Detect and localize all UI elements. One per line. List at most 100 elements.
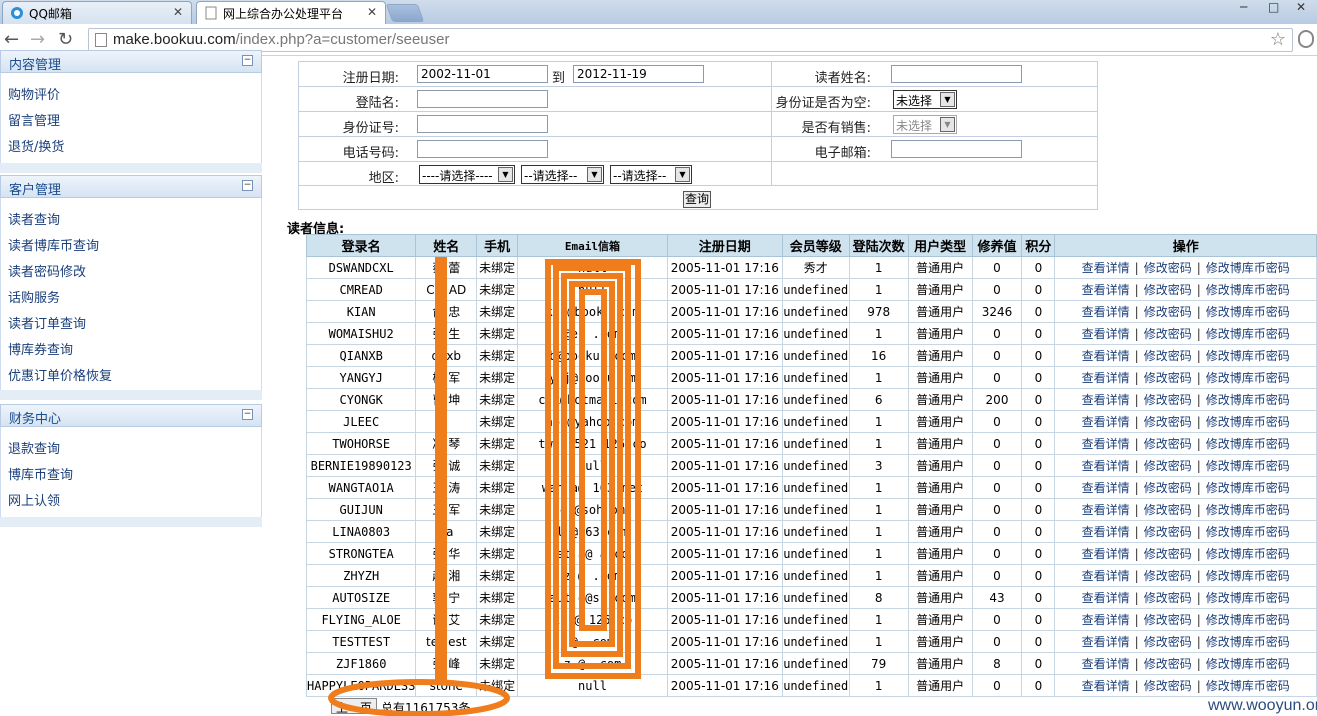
sidebar-item-coins[interactable]: 博库币查询 [8,464,73,483]
view-details-link[interactable]: 查看详情 [1082,547,1130,561]
view-details-link[interactable]: 查看详情 [1082,679,1130,693]
change-coin-password-link[interactable]: 修改博库币密码 [1206,569,1290,583]
url-input[interactable]: make.bookuu.com/index.php?a=customer/see… [88,28,1293,52]
change-password-link[interactable]: 修改密码 [1144,459,1192,473]
change-password-link[interactable]: 修改密码 [1144,679,1192,693]
view-details-link[interactable]: 查看详情 [1082,283,1130,297]
idcard-input[interactable] [417,115,548,133]
sidebar-item-returns[interactable]: 退货/换货 [8,136,64,155]
col-points[interactable]: 积分 [1021,234,1056,257]
region-district-select[interactable]: --请选择-- ▼ [610,165,692,184]
tab-qqmail[interactable]: QQ邮箱 ✕ [2,1,192,24]
collapse-icon[interactable]: − [242,55,253,66]
change-password-link[interactable]: 修改密码 [1144,547,1192,561]
star-icon[interactable]: ☆ [1270,29,1286,50]
change-coin-password-link[interactable]: 修改博库币密码 [1206,591,1290,605]
view-details-link[interactable]: 查看详情 [1082,349,1130,363]
view-details-link[interactable]: 查看详情 [1082,591,1130,605]
change-password-link[interactable]: 修改密码 [1144,349,1192,363]
login-input[interactable] [417,90,548,108]
close-window-button[interactable]: ✕ [1296,0,1306,14]
sidebar-item-claim[interactable]: 网上认领 [8,490,60,509]
change-password-link[interactable]: 修改密码 [1144,437,1192,451]
close-icon[interactable]: ✕ [367,5,377,19]
has-sale-select[interactable]: 未选择 ▼ [893,115,957,134]
change-coin-password-link[interactable]: 修改博库币密码 [1206,283,1290,297]
tab-platform[interactable]: 网上综合办公处理平台 ✕ [196,1,386,24]
view-details-link[interactable]: 查看详情 [1082,635,1130,649]
new-tab-button[interactable] [385,4,425,22]
change-password-link[interactable]: 修改密码 [1144,591,1192,605]
change-coin-password-link[interactable]: 修改博库币密码 [1206,613,1290,627]
col-email[interactable]: Email信箱 [517,234,668,257]
sidebar-item-price-restore[interactable]: 优惠订单价格恢复 [8,365,112,384]
change-password-link[interactable]: 修改密码 [1144,327,1192,341]
change-password-link[interactable]: 修改密码 [1144,569,1192,583]
sidebar-item-messages[interactable]: 留言管理 [8,110,60,129]
col-name[interactable]: 姓名 [415,234,478,257]
view-details-link[interactable]: 查看详情 [1082,437,1130,451]
reader-name-input[interactable] [891,65,1022,83]
view-details-link[interactable]: 查看详情 [1082,393,1130,407]
col-mobile[interactable]: 手机 [476,234,519,257]
change-coin-password-link[interactable]: 修改博库币密码 [1206,261,1290,275]
sidebar-item-vouchers[interactable]: 博库券查询 [8,339,73,358]
sidebar-item-coin-query[interactable]: 读者博库币查询 [8,235,99,254]
view-details-link[interactable]: 查看详情 [1082,371,1130,385]
change-coin-password-link[interactable]: 修改博库币密码 [1206,415,1290,429]
phone-input[interactable] [417,140,548,158]
change-coin-password-link[interactable]: 修改博库币密码 [1206,437,1290,451]
close-icon[interactable]: ✕ [173,5,183,19]
change-password-link[interactable]: 修改密码 [1144,635,1192,649]
col-level[interactable]: 会员等级 [781,234,850,257]
sidebar-item-orders[interactable]: 读者订单查询 [8,313,86,332]
change-coin-password-link[interactable]: 修改博库币密码 [1206,327,1290,341]
change-coin-password-link[interactable]: 修改博库币密码 [1206,305,1290,319]
change-password-link[interactable]: 修改密码 [1144,393,1192,407]
change-coin-password-link[interactable]: 修改博库币密码 [1206,459,1290,473]
change-password-link[interactable]: 修改密码 [1144,305,1192,319]
view-details-link[interactable]: 查看详情 [1082,415,1130,429]
query-button[interactable]: 查询 [683,191,711,208]
view-details-link[interactable]: 查看详情 [1082,459,1130,473]
email-input[interactable] [891,140,1022,158]
view-details-link[interactable]: 查看详情 [1082,305,1130,319]
change-password-link[interactable]: 修改密码 [1144,613,1192,627]
col-logins[interactable]: 登陆次数 [848,234,909,257]
change-password-link[interactable]: 修改密码 [1144,371,1192,385]
sidebar-header-finance[interactable]: 财务中心 − [0,404,262,427]
col-score[interactable]: 修养值 [971,234,1023,257]
sidebar-header-customers[interactable]: 客户管理 − [0,175,262,198]
change-coin-password-link[interactable]: 修改博库币密码 [1206,547,1290,561]
col-login[interactable]: 登录名 [305,234,417,257]
change-coin-password-link[interactable]: 修改博库币密码 [1206,525,1290,539]
change-password-link[interactable]: 修改密码 [1144,415,1192,429]
sidebar-item-reader-query[interactable]: 读者查询 [8,209,60,228]
sidebar-item-reviews[interactable]: 购物评价 [8,84,60,103]
change-coin-password-link[interactable]: 修改博库币密码 [1206,679,1290,693]
change-coin-password-link[interactable]: 修改博库币密码 [1206,371,1290,385]
prev-page-button[interactable]: 上一页 [331,698,378,715]
sidebar-header-content[interactable]: 内容管理 − [0,50,262,73]
change-password-link[interactable]: 修改密码 [1144,525,1192,539]
minimize-button[interactable]: ─ [1240,0,1247,14]
sidebar-item-phone-order[interactable]: 话购服务 [8,287,60,306]
reload-icon[interactable]: ↻ [58,29,73,50]
change-password-link[interactable]: 修改密码 [1144,503,1192,517]
sidebar-item-refunds[interactable]: 退款查询 [8,438,60,457]
change-coin-password-link[interactable]: 修改博库币密码 [1206,635,1290,649]
collapse-icon[interactable]: − [242,409,253,420]
collapse-icon[interactable]: − [242,180,253,191]
change-password-link[interactable]: 修改密码 [1144,261,1192,275]
region-province-select[interactable]: ----请选择---- ▼ [419,165,515,184]
view-details-link[interactable]: 查看详情 [1082,261,1130,275]
change-coin-password-link[interactable]: 修改博库币密码 [1206,481,1290,495]
change-password-link[interactable]: 修改密码 [1144,481,1192,495]
change-coin-password-link[interactable]: 修改博库币密码 [1206,657,1290,671]
col-usertype[interactable]: 用户类型 [907,234,973,257]
view-details-link[interactable]: 查看详情 [1082,657,1130,671]
view-details-link[interactable]: 查看详情 [1082,503,1130,517]
settings-icon[interactable] [1298,30,1314,48]
sidebar-item-password[interactable]: 读者密码修改 [8,261,86,280]
reg-date-from-input[interactable]: 2002-11-01 [417,65,548,83]
